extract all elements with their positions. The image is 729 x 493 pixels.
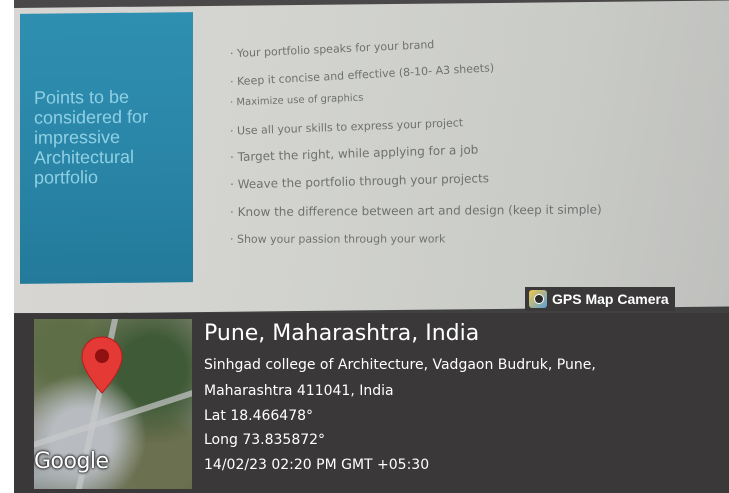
google-watermark: Google: [34, 449, 109, 474]
presentation-slide: Points to be considered for impressive A…: [14, 0, 729, 314]
longitude-text: Long 73.835872°: [204, 432, 326, 448]
side-title-line: Points to be: [34, 86, 130, 108]
bullet-item: Keep it concise and effective (8-10- A3 …: [230, 61, 495, 88]
bullet-item: Know the difference between art and desi…: [230, 202, 602, 219]
address-line: Sinhgad college of Architecture, Vadgaon…: [204, 357, 596, 373]
side-title-line: considered for: [34, 106, 149, 128]
datetime-text: 14/02/23 02:20 PM GMT +05:30: [204, 457, 430, 473]
bullet-item: Weave the portfolio through your project…: [230, 171, 490, 191]
map-pin-icon: [81, 336, 123, 394]
side-title-line: Architectural: [34, 146, 135, 168]
bullet-item: Your portfolio speaks for your brand: [230, 38, 435, 60]
bullet-item: Show your passion through your work: [230, 232, 446, 245]
gps-map-camera-badge: GPS Map Camera: [525, 287, 675, 311]
address-line: Maharashtra 411041, India: [204, 383, 394, 399]
gps-badge-label: GPS Map Camera: [552, 291, 669, 307]
location-title: Pune, Maharashtra, India: [204, 321, 480, 346]
side-title-line: portfolio: [34, 167, 99, 188]
side-title-line: impressive: [34, 126, 121, 148]
gps-map-camera-icon: [529, 290, 547, 308]
latitude-text: Lat 18.466478°: [204, 408, 314, 424]
slide-side-title: Points to be considered for impressive A…: [34, 86, 184, 188]
map-thumbnail: Google: [34, 319, 192, 489]
bullet-item: Use all your skills to express your proj…: [230, 116, 463, 138]
bullet-item: Maximize use of graphics: [230, 93, 363, 109]
bullet-item: Target the right, while applying for a j…: [230, 143, 479, 165]
location-info-panel: Google Pune, Maharashtra, India Sinhgad …: [14, 313, 729, 493]
slide-side-panel: Points to be considered for impressive A…: [20, 12, 193, 284]
